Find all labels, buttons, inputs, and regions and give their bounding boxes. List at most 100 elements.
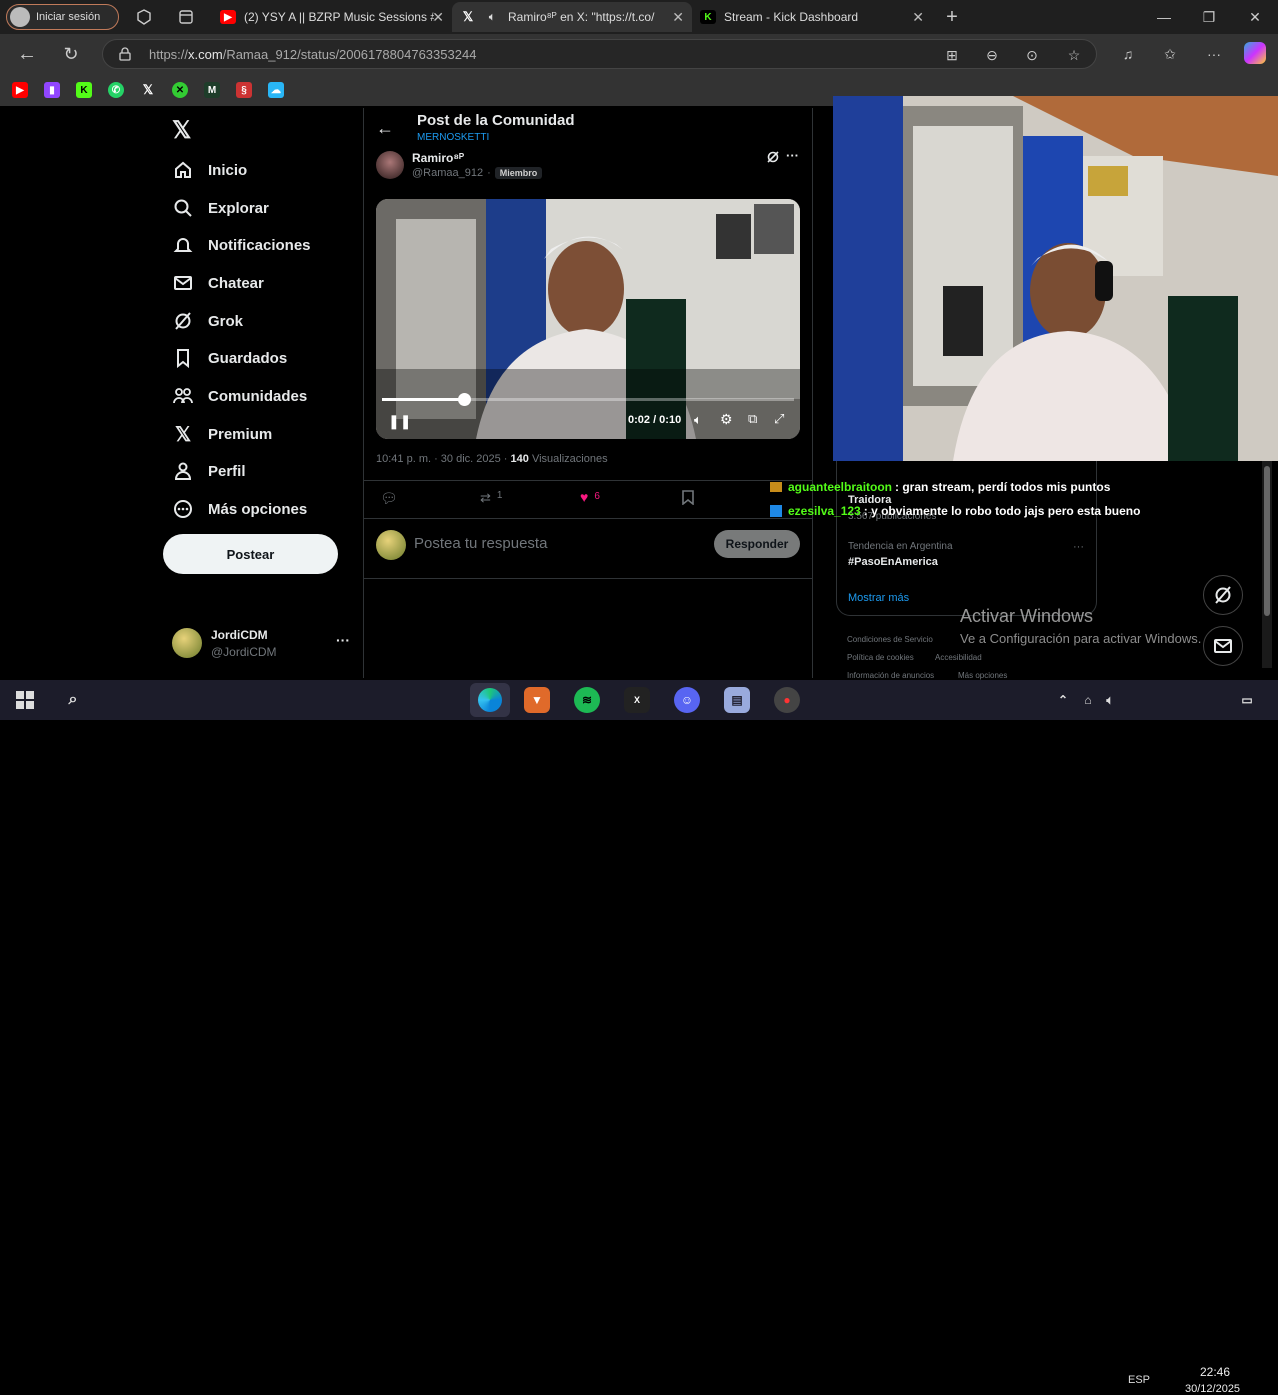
- close-window-icon[interactable]: ✕: [1246, 6, 1264, 28]
- x-bookmark-icon[interactable]: 𝕏: [140, 82, 156, 98]
- tab-title: Stream - Kick Dashboard: [724, 10, 859, 24]
- post-video[interactable]: ❚❚ 0:02 / 0:10 🔈︎ ⚙ ⧉ ⤢: [376, 199, 800, 439]
- footer-link[interactable]: Condiciones de Servicio: [847, 635, 933, 644]
- taskbar-edge-button[interactable]: [470, 683, 510, 717]
- show-more-link[interactable]: Mostrar más: [848, 592, 909, 604]
- more-options-icon: [172, 498, 194, 520]
- volume-tray-icon[interactable]: 🔈︎: [1097, 687, 1123, 713]
- author-handle[interactable]: @Ramaa_912: [412, 167, 483, 179]
- close-tab-icon[interactable]: ✕: [912, 9, 924, 26]
- notifications-icon[interactable]: ▭: [1234, 687, 1260, 713]
- bookmark-post-icon[interactable]: [682, 490, 696, 506]
- spotify-icon[interactable]: ≋: [574, 687, 600, 713]
- url-field[interactable]: https://x.com/Ramaa_912/status/200617880…: [102, 39, 1097, 69]
- fullscreen-icon[interactable]: ⤢: [774, 411, 784, 427]
- settings-gear-icon[interactable]: ⚙: [720, 411, 733, 428]
- m-bookmark-icon[interactable]: M: [204, 82, 220, 98]
- sidebar-item-notificaciones[interactable]: Notificaciones: [172, 233, 311, 257]
- s-bookmark-icon[interactable]: §: [236, 82, 252, 98]
- user-avatar[interactable]: [172, 628, 202, 658]
- minimize-icon[interactable]: —: [1156, 6, 1172, 28]
- twitch-bookmark-icon[interactable]: ▮: [44, 82, 60, 98]
- reader-icon[interactable]: ⊙: [1023, 46, 1041, 64]
- clock-date[interactable]: 30/12/2025: [1185, 1383, 1240, 1395]
- volume-icon[interactable]: 🔈︎: [694, 412, 702, 428]
- back-arrow-icon[interactable]: ←: [376, 118, 394, 139]
- zoom-icon[interactable]: ⊖: [983, 46, 1001, 64]
- close-tab-icon[interactable]: ✕: [672, 9, 684, 26]
- cloud-bookmark-icon[interactable]: ☁: [268, 82, 284, 98]
- footer-link[interactable]: Política de cookies: [847, 653, 914, 662]
- xsplit-icon[interactable]: X: [624, 687, 650, 713]
- signin-label: Iniciar sesión: [36, 11, 101, 23]
- tab-actions-icon[interactable]: [176, 8, 196, 26]
- new-tab-icon[interactable]: +: [942, 6, 962, 28]
- sidebar-item-chatear[interactable]: Chatear: [172, 271, 264, 295]
- sidebar-item-premium[interactable]: 𝕏 Premium: [172, 422, 272, 446]
- music-icon[interactable]: ♫: [1118, 44, 1138, 64]
- tab-x-post[interactable]: 𝕏 🔈︎ Ramiro⁸ᴾ en X: "https://t.co/ ✕: [452, 2, 692, 32]
- sidebar-item-comunidades[interactable]: Comunidades: [172, 384, 307, 408]
- trend-name[interactable]: #PasoEnAmerica: [848, 556, 938, 568]
- post-button[interactable]: Postear: [163, 534, 338, 574]
- grok-float-button[interactable]: [1203, 575, 1243, 615]
- favorite-star-icon[interactable]: ☆: [1065, 46, 1083, 64]
- scrollbar[interactable]: [1262, 460, 1272, 668]
- post-more-icon[interactable]: ···: [786, 148, 799, 163]
- account-more-icon[interactable]: ···: [336, 632, 350, 648]
- like-action[interactable]: ♥ 6: [580, 489, 600, 505]
- author-avatar[interactable]: [376, 151, 404, 179]
- sidebar-item-mas-opciones[interactable]: Más opciones: [172, 497, 307, 521]
- signin-button[interactable]: Iniciar sesión: [6, 4, 119, 30]
- notepad-icon[interactable]: ▤: [724, 687, 750, 713]
- windows-start-icon[interactable]: [12, 687, 38, 713]
- reply-input[interactable]: Postea tu respuesta: [414, 535, 547, 552]
- copilot-icon[interactable]: [1244, 42, 1266, 64]
- chat-username[interactable]: aguanteelbraitoon: [788, 480, 892, 494]
- chat-username[interactable]: ezesilva_123: [788, 504, 861, 518]
- close-tab-icon[interactable]: ✕: [432, 9, 444, 26]
- footer-link[interactable]: Información de anuncios: [847, 671, 934, 680]
- footer-link[interactable]: Accesibilidad: [935, 653, 982, 662]
- favorites-icon[interactable]: ✩: [1160, 44, 1180, 64]
- pause-icon[interactable]: ❚❚: [388, 413, 411, 430]
- tab-kick[interactable]: K Stream - Kick Dashboard ✕: [692, 2, 932, 32]
- video-progress-track[interactable]: [382, 393, 794, 406]
- whatsapp-bookmark-icon[interactable]: ✆: [108, 82, 124, 98]
- lock-icon[interactable]: [117, 46, 133, 62]
- video-frame: [376, 199, 800, 439]
- youtube-bookmark-icon[interactable]: ▶: [12, 82, 28, 98]
- sidebar-item-inicio[interactable]: Inicio: [172, 158, 247, 182]
- obs-icon[interactable]: ●: [774, 687, 800, 713]
- back-icon[interactable]: ←: [16, 43, 38, 65]
- author-name[interactable]: Ramiro⁸ᴾ: [412, 151, 464, 165]
- sidebar-item-guardados[interactable]: Guardados: [172, 346, 287, 370]
- sidebar-item-explorar[interactable]: Explorar: [172, 196, 269, 220]
- language-indicator[interactable]: ESP: [1128, 1374, 1150, 1386]
- trend-more-icon[interactable]: ···: [1073, 541, 1084, 553]
- scrollbar-thumb[interactable]: [1264, 466, 1270, 616]
- xbox-bookmark-icon[interactable]: ✕: [172, 82, 188, 98]
- tab-youtube[interactable]: ▶ (2) YSY A || BZRP Music Sessions # ✕: [212, 2, 452, 32]
- reload-icon[interactable]: ↻: [60, 43, 82, 65]
- x-home-logo-icon[interactable]: 𝕏: [172, 116, 198, 144]
- search-icon[interactable]: ⌕: [60, 687, 86, 713]
- retweet-action[interactable]: ⇄ 1: [480, 490, 502, 506]
- tray-chevron-icon[interactable]: ⌃: [1050, 687, 1076, 713]
- reply-icon[interactable]: 💬︎: [380, 490, 398, 507]
- workspaces-icon[interactable]: [134, 8, 154, 26]
- apps-icon[interactable]: ⊞: [943, 46, 961, 64]
- community-link[interactable]: MERNOSKETTI: [417, 132, 489, 143]
- fl-studio-icon[interactable]: ▼: [524, 687, 550, 713]
- more-icon[interactable]: ···: [1204, 44, 1224, 64]
- docked-video-icon[interactable]: ⧉: [748, 411, 757, 427]
- grok-post-icon[interactable]: [766, 150, 782, 166]
- sidebar-item-grok[interactable]: Grok: [172, 309, 243, 333]
- discord-icon[interactable]: ☺: [674, 687, 700, 713]
- restore-icon[interactable]: ❐: [1200, 6, 1218, 28]
- sidebar-item-perfil[interactable]: Perfil: [172, 459, 246, 483]
- clock-time[interactable]: 22:46: [1200, 1365, 1230, 1379]
- reply-button[interactable]: Responder: [714, 530, 800, 558]
- kick-bookmark-icon[interactable]: K: [76, 82, 92, 98]
- footer-link[interactable]: Más opciones: [958, 671, 1007, 680]
